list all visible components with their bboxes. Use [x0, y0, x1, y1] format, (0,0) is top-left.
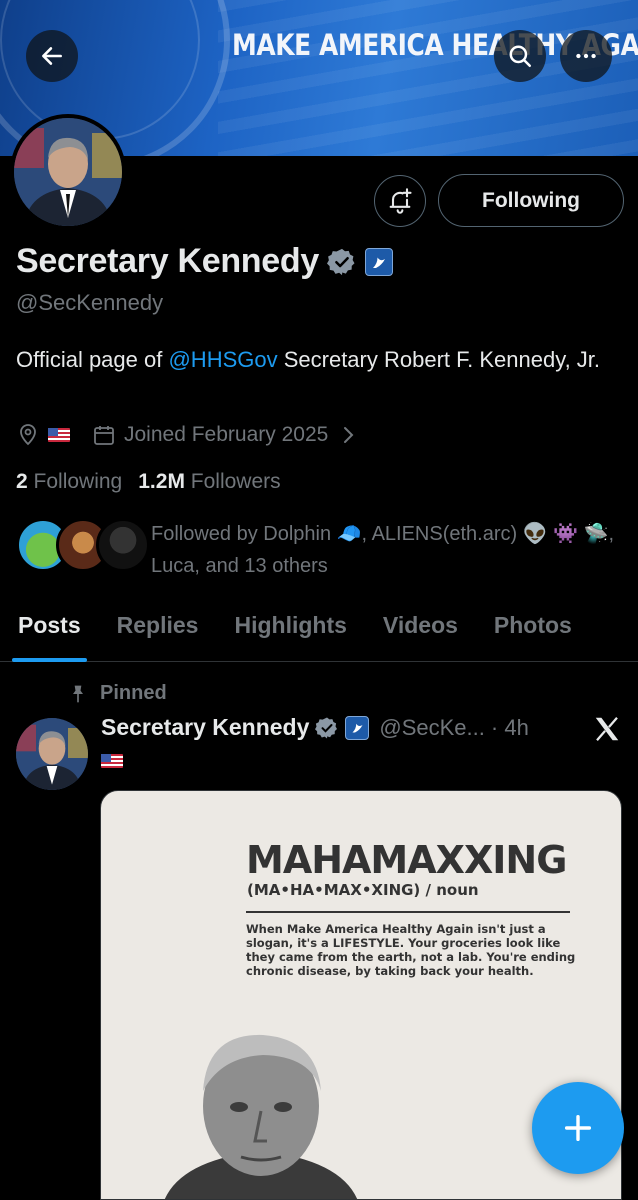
location-pin-icon: [20, 424, 36, 446]
verified-badge-icon[interactable]: [315, 716, 339, 740]
media-pronunciation: (MA•HA•MAX•XING) / noun: [247, 881, 479, 899]
post-author-name[interactable]: Secretary Kennedy: [101, 714, 309, 741]
tab-photos[interactable]: Photos: [476, 600, 590, 661]
more-button[interactable]: [560, 30, 612, 82]
tab-videos[interactable]: Videos: [365, 600, 476, 661]
plus-icon: [564, 1114, 592, 1142]
back-button[interactable]: [26, 30, 78, 82]
followed-by-avatars[interactable]: [16, 518, 150, 572]
post-author-handle[interactable]: @SecKe...: [379, 715, 485, 741]
profile-handle: @SecKennedy: [16, 290, 164, 315]
profile-bio: Official page of @HHSGov Secretary Rober…: [16, 347, 601, 372]
grayscale-portrait-image: [164, 1034, 358, 1199]
portrait-image: [14, 118, 122, 226]
media-definition: When Make America Healthy Again isn't ju…: [246, 922, 576, 978]
more-dots-icon: [576, 53, 596, 59]
hhsgov-mention-link[interactable]: @HHSGov: [168, 347, 277, 372]
followers-count-link[interactable]: 1.2M Followers: [138, 470, 280, 494]
avatar: [96, 518, 150, 572]
search-icon: [509, 45, 531, 67]
post-header: Secretary Kennedy @SecKe... · 4h: [101, 714, 529, 741]
profile-meta: Joined February 2025: [16, 423, 360, 447]
pin-icon: [73, 685, 83, 702]
profile-avatar[interactable]: [10, 114, 126, 230]
followed-by-text[interactable]: Followed by Dolphin 🧢, ALIENS(eth.arc) 👽…: [151, 518, 621, 582]
compose-post-button[interactable]: [532, 1082, 624, 1174]
chevron-right-icon[interactable]: [336, 423, 360, 447]
joined-date: Joined February 2025: [124, 423, 329, 446]
bell-plus-icon: [389, 188, 412, 214]
profile-tabs: Posts Replies Highlights Videos Photos: [0, 600, 638, 662]
profile-name: Secretary Kennedy: [16, 242, 319, 280]
notifications-bell-button[interactable]: [374, 175, 426, 227]
hhs-affiliation-badge[interactable]: [345, 715, 370, 740]
post-timestamp[interactable]: · 4h: [491, 715, 529, 741]
arrow-left-icon: [42, 47, 62, 65]
search-button[interactable]: [494, 30, 546, 82]
hhs-affiliation-badge[interactable]: [364, 247, 393, 276]
following-count-link[interactable]: 2 Following: [16, 470, 122, 494]
tab-posts[interactable]: Posts: [0, 600, 99, 662]
us-flag-icon: [101, 754, 123, 768]
media-title: MAHAMAXXING: [246, 838, 567, 882]
calendar-icon: [94, 426, 114, 445]
media-divider: [246, 911, 570, 913]
following-button[interactable]: Following: [438, 174, 624, 227]
x-logo-icon[interactable]: [592, 714, 622, 744]
tab-replies[interactable]: Replies: [99, 600, 217, 661]
hhs-eagle-icon: [352, 723, 363, 733]
us-flag-icon: [48, 428, 70, 442]
tab-highlights[interactable]: Highlights: [216, 600, 364, 661]
portrait-image: [16, 718, 88, 790]
verified-badge-icon[interactable]: [326, 247, 357, 277]
post-author-avatar[interactable]: [16, 718, 88, 790]
pinned-indicator: Pinned: [68, 682, 167, 705]
hhs-eagle-icon: [372, 257, 385, 268]
